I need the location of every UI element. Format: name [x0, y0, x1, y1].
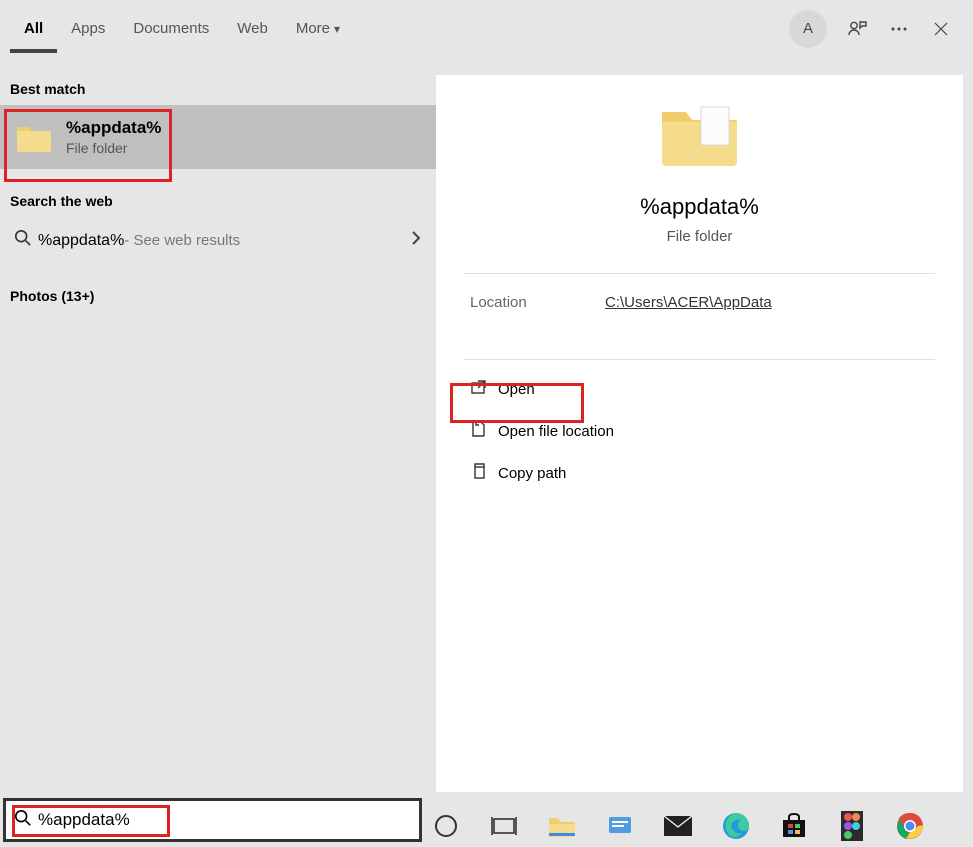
location-path[interactable]: C:\Users\ACER\AppData [605, 294, 772, 311]
search-icon [14, 809, 38, 832]
chevron-right-icon [410, 230, 422, 251]
file-explorer-icon[interactable] [546, 810, 578, 842]
tab-all[interactable]: All [10, 4, 57, 53]
search-input-text: %appdata% [38, 810, 130, 830]
figma-icon[interactable] [836, 810, 868, 842]
preview-panel: %appdata% File folder Location C:\Users\… [436, 75, 963, 792]
search-tabs: All Apps Documents Web More A [0, 0, 973, 57]
open-icon [470, 378, 498, 400]
web-result-text: %appdata% [38, 232, 124, 250]
location-label: Location [470, 294, 605, 311]
folder-location-icon [470, 420, 498, 442]
mail-icon[interactable] [662, 810, 694, 842]
user-avatar[interactable]: A [789, 10, 827, 48]
taskbar [430, 810, 926, 842]
search-bar[interactable]: %appdata% [3, 798, 422, 842]
photos-heading[interactable]: Photos (13+) [0, 264, 436, 312]
preview-folder-icon [657, 97, 742, 172]
best-match-title: %appdata% [66, 118, 161, 138]
edge-icon[interactable] [720, 810, 752, 842]
best-match-heading: Best match [0, 57, 436, 105]
action-open-label: Open [498, 381, 535, 398]
action-open-location[interactable]: Open file location [436, 410, 963, 452]
search-icon [14, 229, 38, 252]
chrome-icon[interactable] [894, 810, 926, 842]
tab-apps[interactable]: Apps [57, 4, 119, 53]
action-open[interactable]: Open [436, 368, 963, 410]
action-copy-path-label: Copy path [498, 465, 566, 482]
store-icon[interactable] [778, 810, 810, 842]
tab-documents[interactable]: Documents [119, 4, 223, 53]
app-icon[interactable] [604, 810, 636, 842]
preview-title: %appdata% [640, 194, 759, 220]
tab-more[interactable]: More [282, 4, 354, 53]
action-copy-path[interactable]: Copy path [436, 452, 963, 494]
cortana-icon[interactable] [430, 810, 462, 842]
copy-icon [470, 462, 498, 484]
web-result-hint: - See web results [124, 232, 240, 249]
action-open-location-label: Open file location [498, 423, 614, 440]
results-panel: Best match %appdata% File folder Search … [0, 57, 436, 792]
best-match-subtitle: File folder [66, 140, 161, 156]
preview-subtitle: File folder [667, 228, 733, 245]
folder-icon [14, 117, 54, 157]
best-match-result[interactable]: %appdata% File folder [0, 105, 436, 169]
more-options-icon[interactable] [887, 17, 911, 41]
feedback-icon[interactable] [845, 17, 869, 41]
task-view-icon[interactable] [488, 810, 520, 842]
search-web-heading: Search the web [0, 169, 436, 217]
web-result-row[interactable]: %appdata% - See web results [0, 217, 436, 264]
action-list: Open Open file location Copy path [436, 360, 963, 502]
close-icon[interactable] [929, 17, 953, 41]
tab-web[interactable]: Web [223, 4, 282, 53]
